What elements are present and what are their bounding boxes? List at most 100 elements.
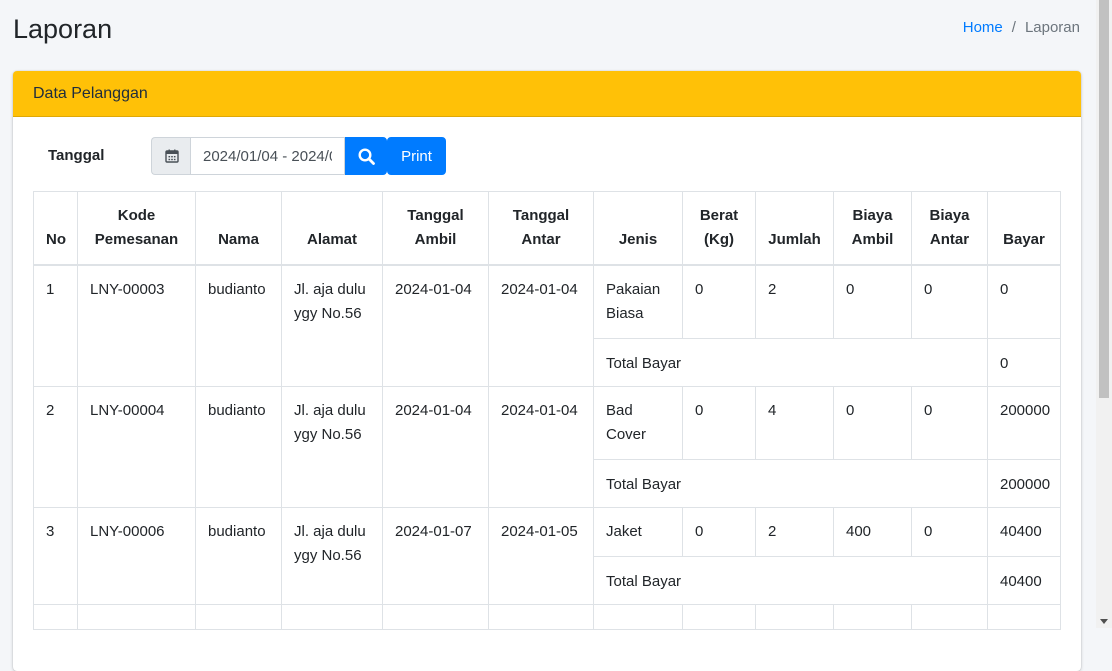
cell-biaya-antar: 0 [911,386,988,460]
total-label: Total Bayar [593,338,988,387]
header-tgl-ambil-l1: Tanggal [407,207,464,224]
header-biaya-antar-l2: Antar [929,231,970,248]
total-value: 0 [987,338,1061,387]
cell-alamat-l1: Jl. aja dulu [294,281,366,298]
header-tgl-antar-l1: Tanggal [512,207,570,224]
cell-nama: budianto [195,507,282,605]
cell-jenis: Jaket [593,507,683,557]
header-kode-l2: Pemesanan [94,231,179,248]
card-header: Data Pelanggan [13,71,1081,117]
cell-jenis-l2: Cover [606,426,647,443]
cell-biaya-ambil [833,604,912,630]
header-nama: Nama [195,191,282,266]
header-biaya-ambil: Biaya Ambil [833,191,912,266]
header-no: No [33,191,78,266]
header-jenis: Jenis [593,191,683,266]
total-value: 200000 [987,459,1061,508]
header-tgl-ambil-l2: Ambil [414,231,457,248]
cell-alamat-l2: ygy No.56 [294,426,362,443]
cell-biaya-ambil: 0 [833,264,912,339]
cell-jenis: Bad Cover [593,386,683,460]
cell-tgl-ambil [382,604,489,630]
header-tgl-antar: Tanggal Antar [488,191,594,266]
cell-tgl-antar: 2024-01-04 [488,386,594,508]
cell-tgl-antar: 2024-01-04 [488,264,594,387]
header-berat-l1: Berat [699,207,739,224]
header-biaya-ambil-l1: Biaya [852,207,893,224]
scrollbar-thumb[interactable] [1099,0,1109,398]
header-jumlah: Jumlah [755,191,834,266]
cell-biaya-ambil: 400 [833,507,912,557]
cell-jenis-l1: Pakaian [606,281,661,298]
table-row [33,604,1061,630]
page-title: Laporan [13,14,113,44]
cell-kode: LNY-00003 [77,264,196,387]
cell-biaya-antar: 0 [911,507,988,557]
cell-alamat [281,604,383,630]
cell-jenis [593,604,683,630]
cell-tgl-ambil: 2024-01-07 [382,507,489,605]
breadcrumb-home-link[interactable]: Home [963,19,1003,36]
page-scrollbar[interactable] [1096,0,1112,628]
print-button[interactable]: Print [387,137,446,175]
cell-bayar: 200000 [987,386,1061,460]
report-card: Data Pelanggan Tanggal Prin [13,71,1081,671]
cell-jenis-l2: Biasa [606,305,644,322]
cell-alamat-l1: Jl. aja dulu [294,523,366,540]
cell-no: 3 [33,507,78,605]
header-kode: Kode Pemesanan [77,191,196,266]
header-berat: Berat (Kg) [682,191,756,266]
cell-biaya-ambil: 0 [833,386,912,460]
cell-jumlah: 2 [755,507,834,557]
date-filter-label: Tanggal [48,147,105,164]
cell-alamat-l1: Jl. aja dulu [294,402,366,419]
total-label: Total Bayar [593,459,988,508]
cell-nama: budianto [195,264,282,387]
cell-tgl-ambil: 2024-01-04 [382,386,489,508]
cell-berat: 0 [682,264,756,339]
cell-nama [195,604,282,630]
cell-alamat-l2: ygy No.56 [294,547,362,564]
cell-no: 2 [33,386,78,508]
cell-jenis: Pakaian Biasa [593,264,683,339]
cell-berat: 0 [682,507,756,557]
cell-tgl-antar [488,604,594,630]
cell-no: 1 [33,264,78,387]
header-bayar: Bayar [987,191,1061,266]
cell-tgl-antar: 2024-01-05 [488,507,594,605]
cell-berat: 0 [682,386,756,460]
header-biaya-antar: Biaya Antar [911,191,988,266]
cell-alamat-l2: ygy No.56 [294,305,362,322]
search-icon [357,147,375,165]
search-button[interactable] [345,137,387,175]
date-range-input[interactable] [190,137,345,175]
cell-bayar: 0 [987,264,1061,339]
breadcrumb-current: Laporan [1024,19,1080,36]
header-kode-l1: Kode [117,207,156,224]
cell-bayar [987,604,1061,630]
cell-biaya-antar: 0 [911,264,988,339]
cell-kode: LNY-00004 [77,386,196,508]
header-tgl-ambil: Tanggal Ambil [382,191,489,266]
scroll-down-arrow-icon[interactable] [1100,619,1108,624]
header-berat-l2: (Kg) [704,231,734,248]
table-header-row: No Kode Pemesanan Nama Alamat Tanggal Ambi… [33,191,1061,266]
cell-tgl-ambil: 2024-01-04 [382,264,489,387]
cell-alamat: Jl. aja dulu ygy No.56 [281,386,383,508]
table-row: 3 LNY-00006 budianto Jl. aja dulu ygy No.… [33,507,1061,605]
calendar-icon [151,137,191,175]
cell-berat [682,604,756,630]
cell-no [33,604,78,630]
cell-alamat: Jl. aja dulu ygy No.56 [281,264,383,387]
total-label: Total Bayar [593,556,988,605]
total-value: 40400 [987,556,1061,605]
cell-biaya-antar [911,604,988,630]
cell-bayar: 40400 [987,507,1061,557]
cell-kode: LNY-00006 [77,507,196,605]
report-table-wrapper: No Kode Pemesanan Nama Alamat Tanggal Ambi… [33,191,1061,630]
breadcrumb: Home / Laporan [963,19,1080,36]
table-row: 2 LNY-00004 budianto Jl. aja dulu ygy No.… [33,386,1061,508]
breadcrumb-separator: / [1011,19,1016,36]
cell-jumlah: 4 [755,386,834,460]
header-biaya-antar-l1: Biaya [929,207,970,224]
